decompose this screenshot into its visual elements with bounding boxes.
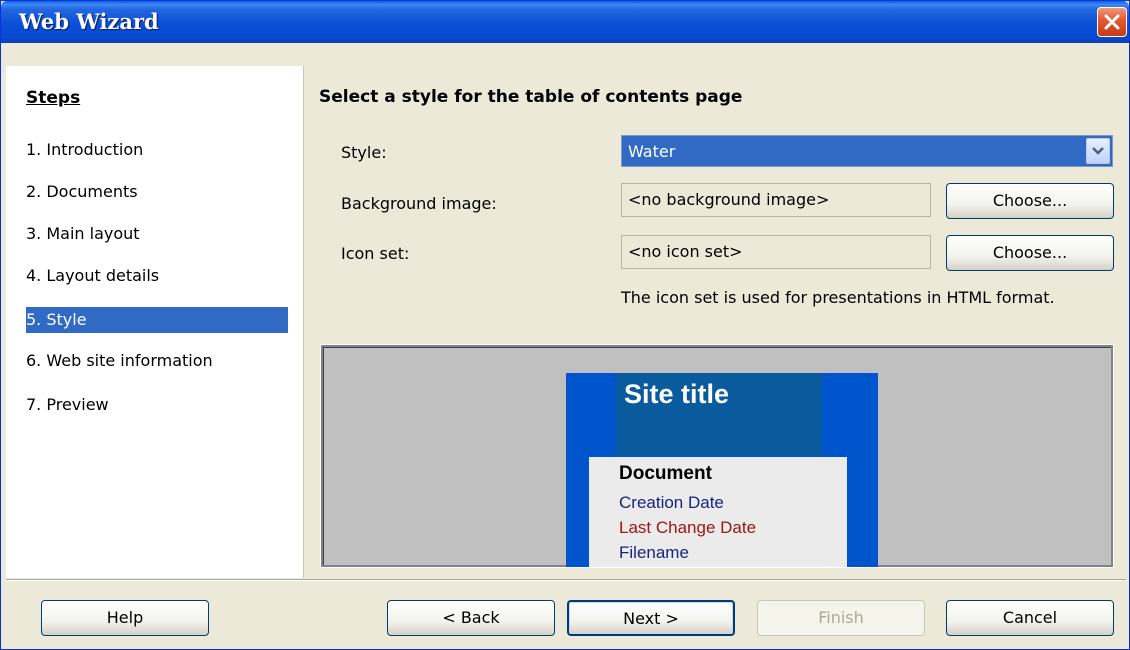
web-wizard-dialog: Web Wizard Steps 1. Introduction 2. Docu… [0, 0, 1130, 650]
footer-divider [6, 579, 1126, 581]
step-web-site-information[interactable]: 6. Web site information [26, 348, 288, 374]
steps-heading: Steps [26, 88, 81, 108]
finish-label: Finish [818, 608, 864, 627]
style-preview: Site title Document Creation Date Last C… [321, 345, 1113, 567]
help-label: Help [106, 608, 144, 627]
choose-icon-set-label: Choose... [992, 243, 1068, 262]
preview-document: Document [619, 463, 712, 484]
background-image-label: Background image: [341, 194, 497, 213]
title-bar[interactable]: Web Wizard [1, 1, 1129, 43]
step-layout-details[interactable]: 4. Layout details [26, 263, 288, 289]
preview-filename: Filename [619, 543, 689, 562]
page-heading: Select a style for the table of contents… [319, 87, 743, 107]
dropdown-arrow-button[interactable] [1086, 138, 1110, 164]
preview-page: Site title Document Creation Date Last C… [566, 373, 878, 567]
preview-header: Site title [616, 373, 822, 455]
background-image-value: <no background image> [628, 190, 830, 209]
preview-site-title: Site title [624, 379, 730, 409]
next-label: Next > [623, 609, 679, 628]
preview-last-change-date: Last Change Date [619, 518, 757, 537]
cancel-button[interactable]: Cancel [946, 600, 1114, 636]
step-style[interactable]: 5. Style [26, 307, 288, 333]
style-select[interactable]: Water [621, 135, 1113, 167]
back-button[interactable]: < Back [387, 600, 555, 636]
finish-button[interactable]: Finish [757, 600, 925, 636]
icon-set-value: <no icon set> [628, 242, 743, 261]
cancel-label: Cancel [1002, 608, 1058, 627]
icon-set-field: <no icon set> [621, 235, 931, 269]
icon-set-note: The icon set is used for presentations i… [621, 288, 1055, 307]
close-button[interactable] [1097, 7, 1127, 37]
step-preview[interactable]: 7. Preview [26, 392, 288, 418]
back-label: < Back [442, 608, 500, 627]
choose-icon-set-button[interactable]: Choose... [946, 235, 1114, 271]
chevron-down-icon [1092, 147, 1104, 155]
help-button[interactable]: Help [41, 600, 209, 636]
preview-creation-date: Creation Date [619, 493, 724, 512]
style-select-value: Water [628, 142, 676, 161]
close-icon [1104, 14, 1120, 30]
choose-background-label: Choose... [992, 191, 1068, 210]
steps-panel: Steps 1. Introduction 2. Documents 3. Ma… [6, 66, 304, 578]
background-image-field: <no background image> [621, 183, 931, 217]
choose-background-button[interactable]: Choose... [946, 183, 1114, 219]
step-introduction[interactable]: 1. Introduction [26, 137, 288, 163]
icon-set-label: Icon set: [341, 244, 410, 263]
preview-document-card: Document Creation Date Last Change Date … [589, 457, 847, 567]
step-main-layout[interactable]: 3. Main layout [26, 221, 288, 247]
style-label: Style: [341, 143, 387, 162]
next-button[interactable]: Next > [567, 600, 735, 636]
window-title: Web Wizard [19, 9, 159, 34]
step-documents[interactable]: 2. Documents [26, 179, 288, 205]
